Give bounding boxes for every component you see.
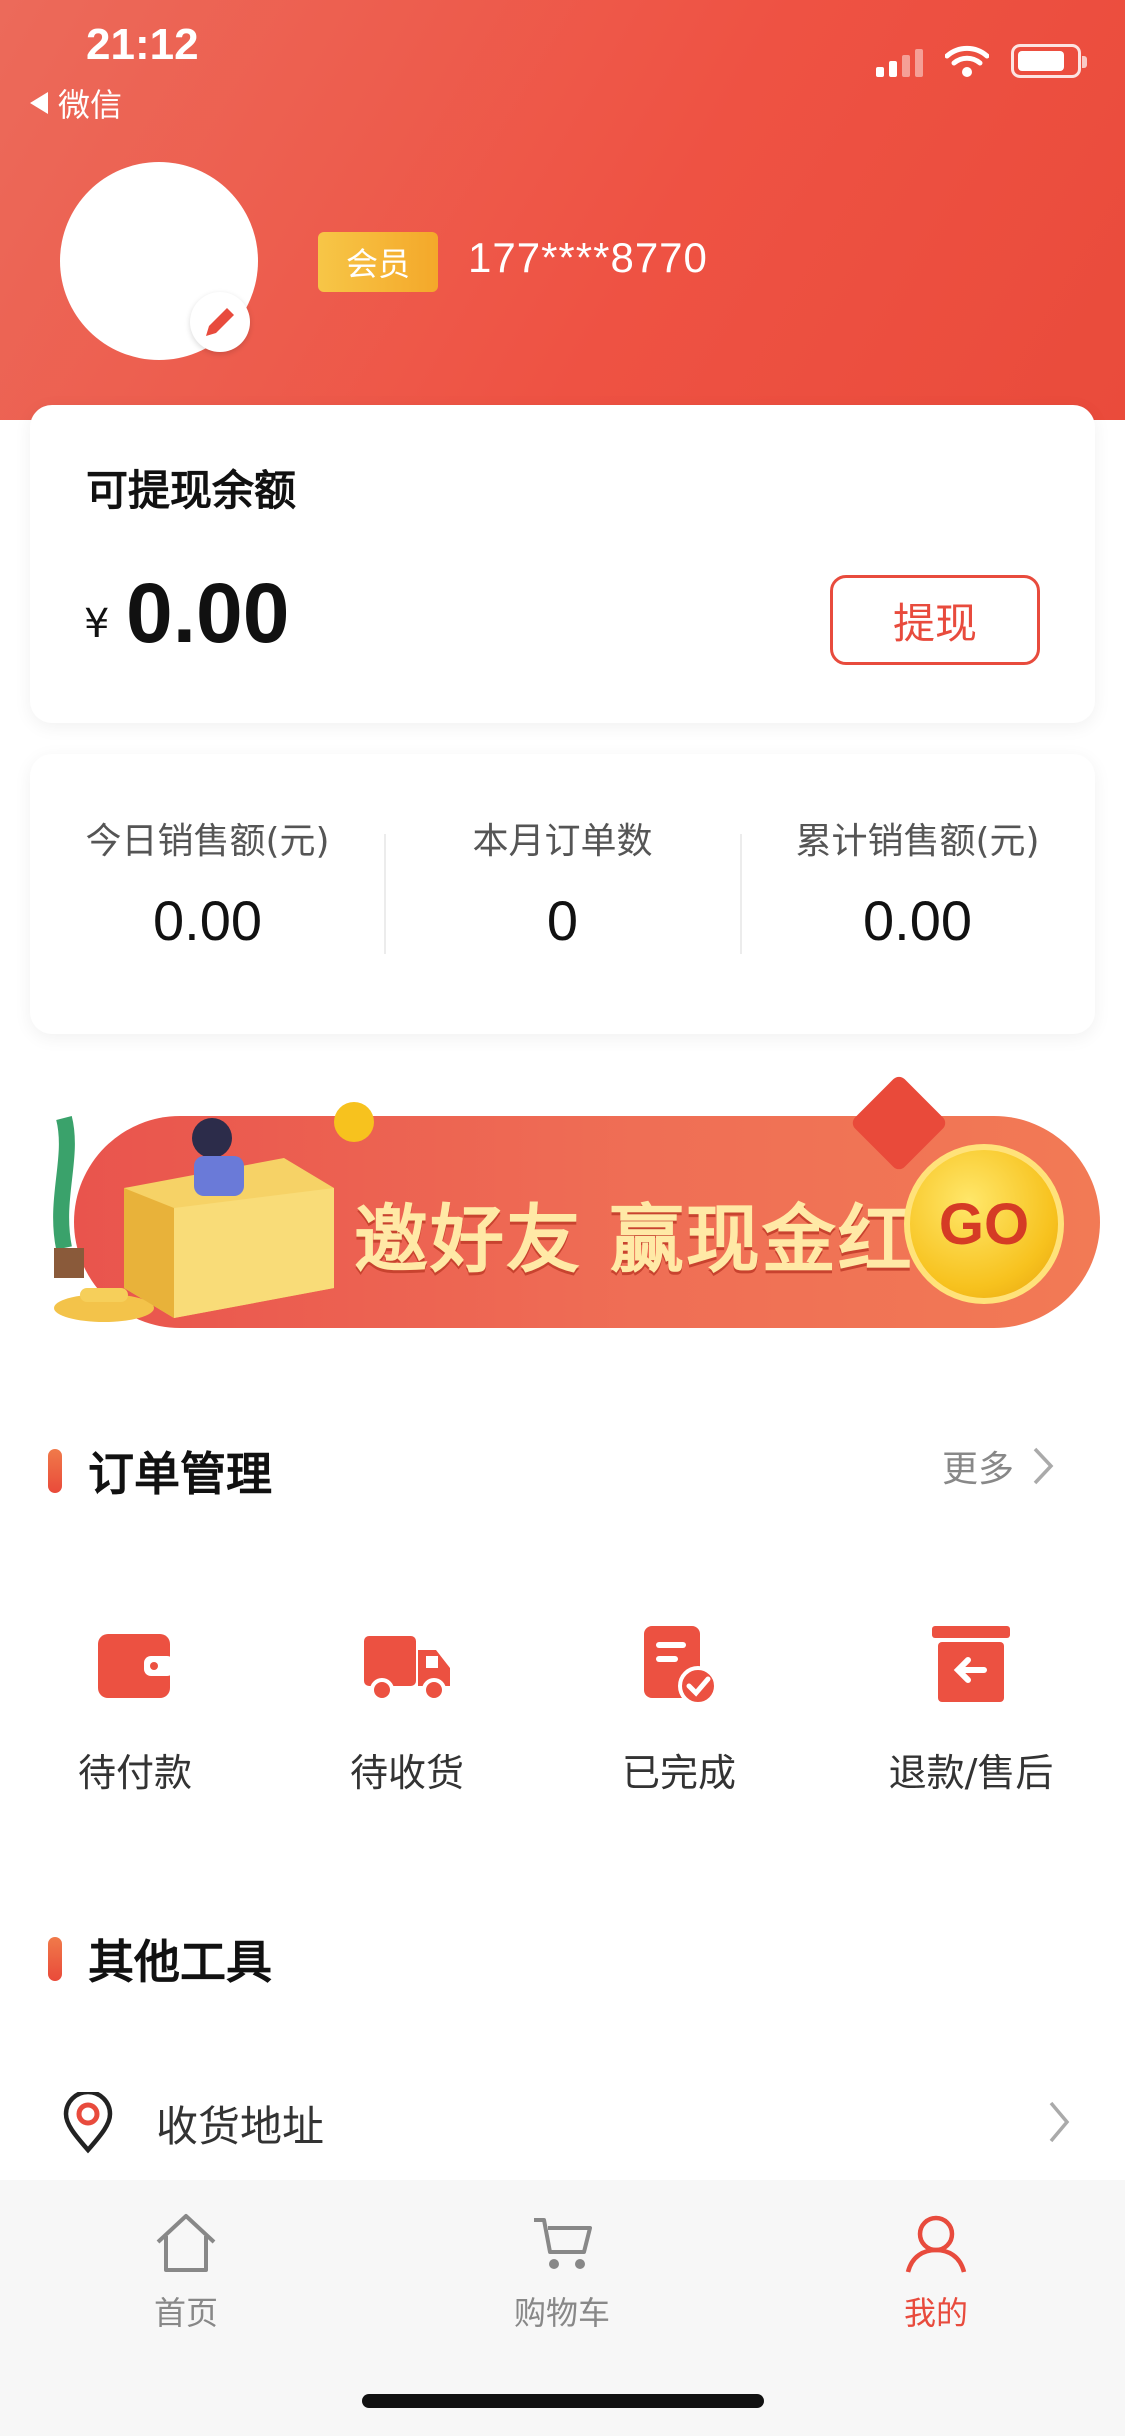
wallet-icon xyxy=(98,1634,174,1698)
order-pending-delivery[interactable]: 待收货 xyxy=(292,1620,522,1797)
invite-friends-banner[interactable]: 邀好友 赢现金红包 GO xyxy=(34,1073,1100,1336)
tab-label: 首页 xyxy=(153,2294,218,2332)
home-icon xyxy=(156,2214,216,2272)
order-label: 已完成 xyxy=(621,1751,736,1795)
order-label: 待付款 xyxy=(77,1751,192,1795)
status-icons xyxy=(876,44,1087,78)
truck-icon xyxy=(364,1636,450,1702)
stat-value: 0.00 xyxy=(863,889,972,952)
order-refund-aftersale[interactable]: 退款/售后 xyxy=(856,1620,1086,1797)
tools-section-header: 其他工具 xyxy=(48,1926,272,1992)
cart-icon xyxy=(534,2218,592,2269)
order-completed[interactable]: 已完成 xyxy=(564,1620,794,1797)
banner-go-button[interactable]: GO xyxy=(904,1144,1064,1304)
tab-mine[interactable]: 我的 xyxy=(836,2212,1036,2334)
chevron-right-icon xyxy=(1033,1447,1054,1485)
pencil-icon xyxy=(206,308,234,336)
order-pending-payment[interactable]: 待付款 xyxy=(20,1620,250,1797)
section-accent-bar xyxy=(48,1449,62,1493)
stat-label: 今日销售额(元) xyxy=(85,821,330,862)
stat-today-sales[interactable]: 今日销售额(元) 0.00 xyxy=(30,754,385,1034)
withdraw-button[interactable]: 提现 xyxy=(830,575,1040,665)
gift-boxes-illustration xyxy=(53,1102,374,1322)
back-to-wechat-button[interactable]: 微信 xyxy=(30,80,122,126)
completed-doc-icon xyxy=(644,1626,718,1706)
tab-home[interactable]: 首页 xyxy=(86,2212,286,2334)
stat-value: 0.00 xyxy=(153,889,262,952)
stat-value: 0 xyxy=(546,889,579,952)
order-label: 待收货 xyxy=(349,1751,464,1795)
user-phone: 177****8770 xyxy=(468,234,708,281)
refund-box-icon xyxy=(932,1626,1010,1702)
member-badge: 会员 xyxy=(318,232,438,292)
orders-section-title: 订单管理 xyxy=(88,1447,272,1501)
user-icon xyxy=(905,2215,967,2273)
go-label: GO xyxy=(938,1191,1030,1257)
balance-card: 可提现余额 ¥ 0.00 提现 xyxy=(30,405,1095,723)
address-label: 收货地址 xyxy=(156,2101,325,2151)
stat-month-orders[interactable]: 本月订单数 0 xyxy=(385,754,740,1034)
banner-text: 邀好友 赢现金红包 xyxy=(354,1197,990,1283)
currency-symbol: ¥ xyxy=(84,601,110,647)
home-indicator xyxy=(362,2394,764,2408)
back-arrow-icon xyxy=(30,92,48,114)
tab-label: 我的 xyxy=(903,2294,968,2332)
section-accent-bar xyxy=(48,1937,62,1981)
shipping-address-row[interactable]: 收货地址 xyxy=(60,2090,1070,2156)
tab-label: 购物车 xyxy=(513,2294,610,2332)
tab-cart[interactable]: 购物车 xyxy=(462,2212,662,2334)
wifi-icon xyxy=(945,45,989,77)
stat-total-sales[interactable]: 累计销售额(元) 0.00 xyxy=(740,754,1095,1034)
more-label: 更多 xyxy=(942,1449,1015,1490)
edit-avatar-button[interactable] xyxy=(190,292,250,352)
orders-more-link[interactable]: 更多 xyxy=(942,1440,1054,1492)
stat-label: 累计销售额(元) xyxy=(795,821,1040,862)
balance-amount: 0.00 xyxy=(126,566,290,660)
stat-label: 本月订单数 xyxy=(472,821,653,862)
cellular-signal-icon xyxy=(876,45,923,77)
back-label: 微信 xyxy=(58,86,123,124)
battery-icon xyxy=(1011,44,1087,78)
order-label: 退款/售后 xyxy=(888,1751,1054,1795)
status-time: 21:12 xyxy=(86,20,199,69)
orders-section-header: 订单管理 xyxy=(48,1438,272,1504)
balance-title: 可提现余额 xyxy=(86,466,297,515)
sales-stats-card: 今日销售额(元) 0.00 本月订单数 0 累计销售额(元) 0.00 xyxy=(30,754,1095,1034)
location-pin-icon xyxy=(63,2092,113,2154)
chevron-right-icon xyxy=(1049,2101,1070,2143)
tools-section-title: 其他工具 xyxy=(88,1935,272,1989)
